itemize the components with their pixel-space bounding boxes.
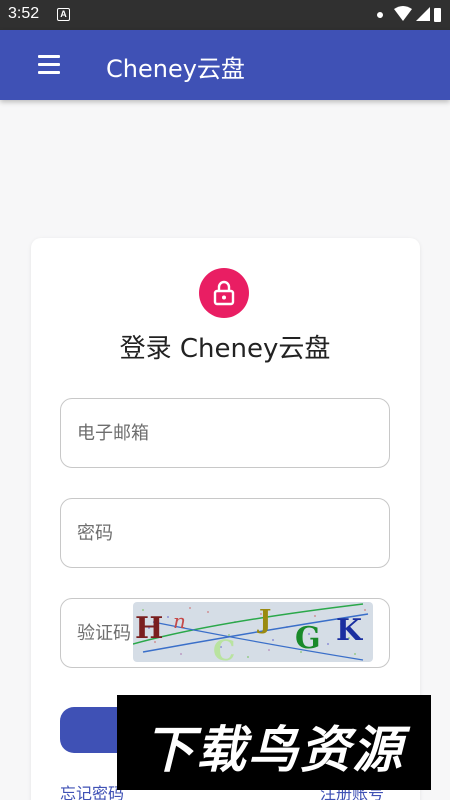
login-title: 登录 Cheney云盘 (119, 334, 331, 364)
captcha-char: H (135, 611, 163, 646)
captcha-char: G (295, 621, 321, 656)
password-field[interactable] (60, 498, 390, 568)
status-indicator-icons (377, 6, 441, 22)
captcha-char: n (173, 609, 186, 633)
watermark-text: 下载鸟资源 (144, 721, 404, 779)
signal-icon (416, 7, 430, 21)
status-bar: 3:52 A (0, 0, 450, 30)
wifi-icon (394, 6, 412, 21)
captcha-char: K (336, 613, 363, 648)
email-input[interactable] (77, 399, 367, 467)
captcha-char: J (257, 605, 271, 635)
lock-icon (199, 268, 249, 318)
status-time: 3:52 (8, 5, 40, 22)
email-field[interactable] (60, 398, 390, 468)
password-input[interactable] (77, 499, 367, 567)
status-icons (376, 6, 442, 24)
status-dot-icon (377, 12, 383, 18)
watermark-banner: 下载鸟资源 (117, 695, 431, 790)
app-title: Cheney云盘 (106, 55, 245, 83)
battery-icon (434, 8, 441, 22)
forgot-password-link[interactable]: 忘记密码 (60, 780, 124, 800)
app-bar: Cheney云盘 (0, 30, 450, 100)
captcha-char: C (213, 634, 235, 662)
captcha-image[interactable]: H n C J G K (133, 602, 373, 662)
notification-app-icon: A (57, 8, 70, 21)
hamburger-menu-icon[interactable] (36, 52, 64, 78)
